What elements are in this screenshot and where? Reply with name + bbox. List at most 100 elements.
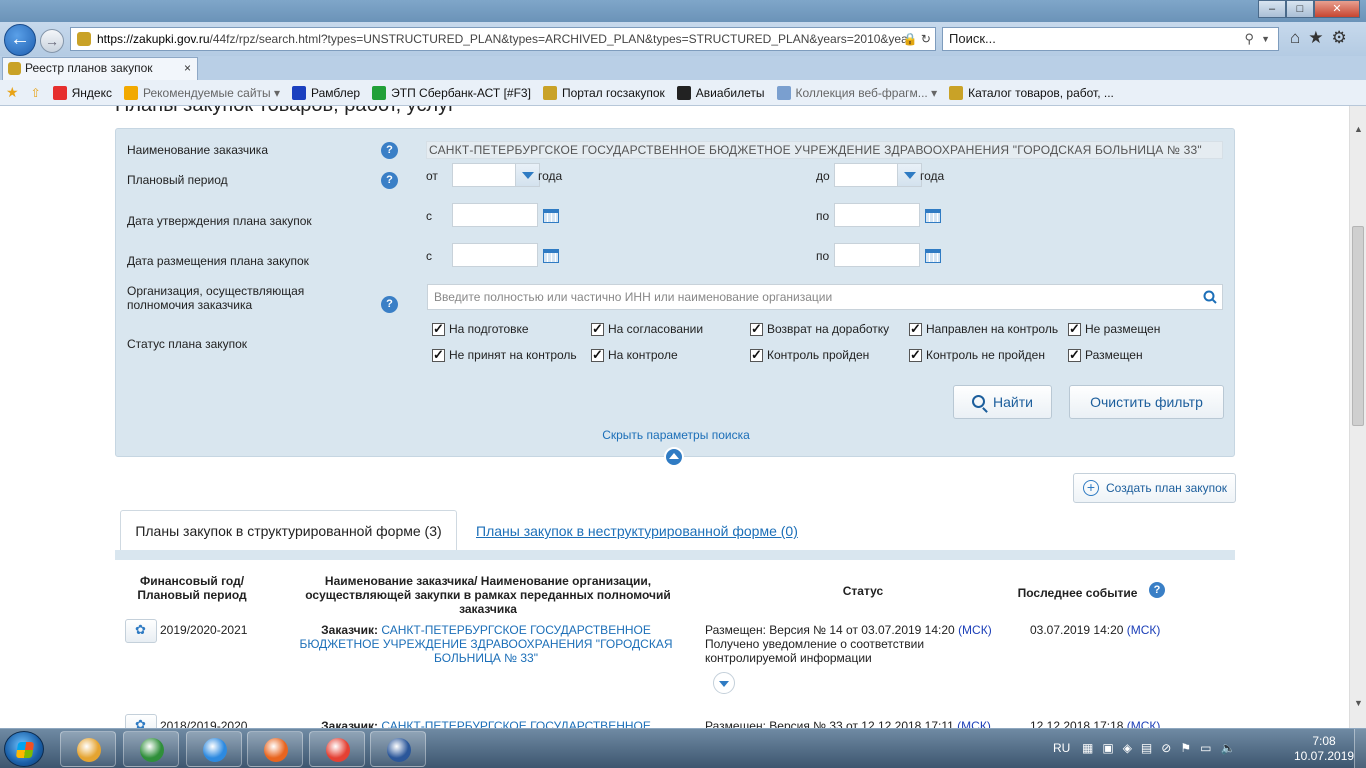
favorite-link[interactable]: Яндекс	[52, 85, 112, 100]
calendar-icon[interactable]	[543, 249, 559, 263]
show-desktop-button[interactable]	[1354, 729, 1366, 768]
status-checkbox[interactable]: На подготовке	[432, 321, 529, 337]
tray-app-icon[interactable]: ▦	[1082, 741, 1093, 755]
publish-date-to-input[interactable]	[834, 243, 920, 267]
scroll-down-icon[interactable]: ▼	[1350, 698, 1366, 708]
favorite-link[interactable]: Авиабилеты	[676, 85, 765, 100]
status-checkbox[interactable]: Не размещен	[1068, 321, 1160, 337]
gear-icon[interactable]: ⚙	[1332, 28, 1347, 48]
taskbar-app-button[interactable]	[370, 731, 426, 767]
close-window-button[interactable]: ✕	[1314, 0, 1360, 18]
event-date: 03.07.2019 14:20	[1030, 623, 1124, 637]
add-favorite-icon[interactable]: ⇧	[31, 86, 41, 100]
page-scrollbar[interactable]: ▲ ▼	[1349, 106, 1366, 728]
status-checkbox[interactable]: Контроль пройден	[750, 347, 869, 363]
status-checkbox[interactable]: На контроле	[591, 347, 678, 363]
start-button[interactable]	[4, 731, 44, 767]
help-icon[interactable]: ?	[381, 296, 398, 313]
chevron-down-icon[interactable]	[515, 164, 539, 186]
maximize-button[interactable]: □	[1286, 0, 1314, 18]
taskbar-app-button[interactable]	[309, 731, 365, 767]
create-plan-button[interactable]: + Создать план закупок	[1073, 473, 1236, 503]
volume-icon[interactable]: 🔈	[1220, 741, 1235, 755]
url-path: /44fz/rpz/search.html?types=UNSTRUCTURED…	[209, 32, 908, 46]
status-checkbox[interactable]: Размещен	[1068, 347, 1143, 363]
taskbar-app-button[interactable]	[123, 731, 179, 767]
flag-icon[interactable]: ⚑	[1180, 741, 1191, 755]
clock[interactable]: 7:08 10.07.2019	[1294, 734, 1354, 764]
taskbar-app-button[interactable]	[186, 731, 242, 767]
favorite-link[interactable]: Портал госзакупок	[542, 85, 665, 100]
taskbar-app-button[interactable]	[60, 731, 116, 767]
chevron-down-icon[interactable]: ▼	[1261, 28, 1270, 50]
favorites-star-icon[interactable]: ★	[6, 84, 19, 101]
find-button[interactable]: Найти	[953, 385, 1052, 419]
search-icon[interactable]: ⚲	[1244, 28, 1254, 50]
site-emblem-icon	[77, 32, 91, 46]
status-checkbox[interactable]: Направлен на контроль	[909, 321, 1058, 337]
hide-search-params-link[interactable]: Скрыть параметры поиска	[116, 428, 1236, 442]
help-icon[interactable]: ?	[381, 142, 398, 159]
checkbox-icon[interactable]	[909, 321, 922, 337]
plan-details-button[interactable]	[125, 714, 157, 728]
checkbox-icon[interactable]	[1068, 321, 1081, 337]
help-icon[interactable]: ?	[381, 172, 398, 189]
tray-app-icon[interactable]: ▤	[1141, 741, 1152, 755]
chevron-down-icon[interactable]	[713, 672, 735, 694]
favorite-link[interactable]: Каталог товаров, работ, ...	[949, 85, 1114, 100]
checkbox-icon[interactable]	[1068, 347, 1081, 363]
tab-unstructured-plans[interactable]: Планы закупок в неструктурированной форм…	[476, 523, 798, 539]
approve-date-to-input[interactable]	[834, 203, 920, 227]
tab-structured-plans[interactable]: Планы закупок в структурированной форме …	[120, 510, 457, 550]
tray-app-icon[interactable]: ◈	[1123, 741, 1132, 755]
calendar-icon[interactable]	[925, 249, 941, 263]
tray-app-icon[interactable]: ⊘	[1161, 741, 1171, 755]
favorite-link[interactable]: Рамблер	[292, 85, 360, 100]
favorite-link[interactable]: Коллекция веб-фрагм... ▾	[776, 85, 937, 100]
calendar-icon[interactable]	[925, 209, 941, 223]
checkbox-icon[interactable]	[591, 347, 604, 363]
chevron-down-icon[interactable]	[897, 164, 921, 186]
scrollbar-thumb[interactable]	[1352, 226, 1364, 426]
home-icon[interactable]: ⌂	[1290, 28, 1300, 48]
language-indicator[interactable]: RU	[1053, 741, 1070, 755]
publish-date-from-input[interactable]	[452, 243, 538, 267]
scroll-up-icon[interactable]: ▲	[1350, 124, 1366, 134]
calendar-icon[interactable]	[543, 209, 559, 223]
checkbox-icon[interactable]	[750, 321, 763, 337]
status-checkbox[interactable]: На согласовании	[591, 321, 703, 337]
checkbox-icon[interactable]	[750, 347, 763, 363]
tab-registry[interactable]: Реестр планов закупок ×	[2, 57, 198, 80]
plan-details-button[interactable]	[125, 619, 157, 643]
search-icon[interactable]	[1203, 290, 1217, 304]
favorites-star-icon[interactable]: ★	[1308, 28, 1323, 48]
checkbox-icon[interactable]	[909, 347, 922, 363]
status-checkbox[interactable]: Возврат на доработку	[750, 321, 889, 337]
approve-date-from-input[interactable]	[452, 203, 538, 227]
favorite-link[interactable]: Рекомендуемые сайты ▾	[123, 85, 280, 100]
browser-search-input[interactable]: Поиск... ⚲ ▼	[942, 27, 1279, 51]
checkbox-icon[interactable]	[432, 321, 445, 337]
minimize-button[interactable]: –	[1258, 0, 1286, 18]
period-from-select[interactable]	[452, 163, 540, 187]
address-bar[interactable]: https://zakupki.gov.ru/44fz/rpz/search.h…	[70, 27, 936, 51]
period-to-select[interactable]	[834, 163, 922, 187]
clear-filter-button[interactable]: Очистить фильтр	[1069, 385, 1224, 419]
forward-button[interactable]: →	[40, 29, 64, 53]
paint-icon	[77, 738, 101, 762]
taskbar-app-button[interactable]	[247, 731, 303, 767]
network-icon[interactable]: ▭	[1200, 741, 1211, 755]
org-search-input[interactable]: Введите полностью или частично ИНН или н…	[427, 284, 1223, 310]
close-tab-icon[interactable]: ×	[184, 58, 191, 79]
address-tools[interactable]: 🔒 ↻	[903, 28, 931, 50]
chevron-up-icon[interactable]	[664, 447, 684, 467]
back-button[interactable]: ←	[4, 24, 36, 56]
status-checkbox[interactable]: Контроль не пройден	[909, 347, 1045, 363]
favorite-link[interactable]: ЭТП Сбербанк-АСТ [#F3]	[372, 85, 531, 100]
checkbox-icon[interactable]	[432, 347, 445, 363]
status-checkbox[interactable]: Не принят на контроль	[432, 347, 577, 363]
tray-app-icon[interactable]: ▣	[1102, 741, 1113, 755]
checkbox-icon[interactable]	[591, 321, 604, 337]
help-icon[interactable]: ?	[1149, 582, 1165, 598]
customer-link[interactable]: САНКТ-ПЕТЕРБУРГСКОЕ ГОСУДАРСТВЕННОЕ БЮДЖ…	[381, 719, 651, 728]
